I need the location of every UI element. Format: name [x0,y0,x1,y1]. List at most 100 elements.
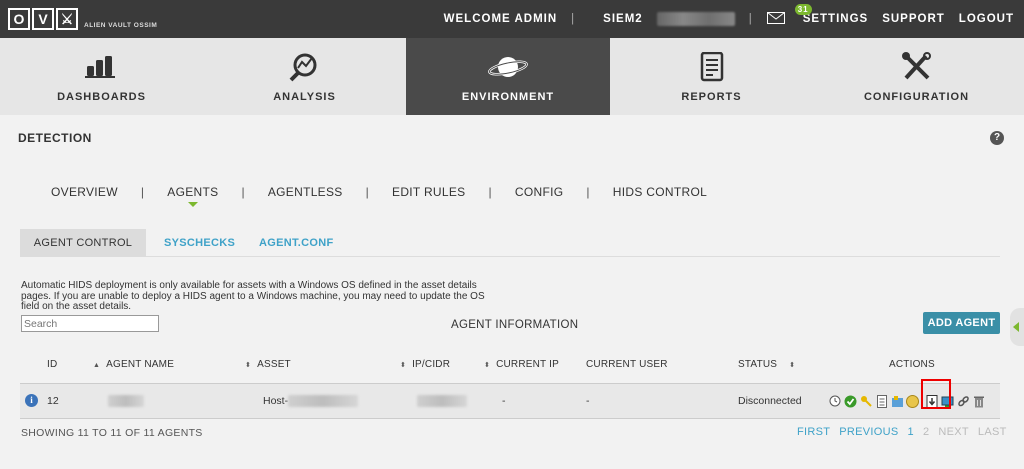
cell-agent-name [108,395,144,408]
cell-current-user: - [586,395,590,407]
nav-analysis-label: ANALYSIS [273,91,336,103]
clock-icon[interactable] [828,394,842,408]
alienvault-logo[interactable]: O V ⚔ ALIEN VAULT OSSIM [8,5,157,33]
col-actions: ACTIONS [889,359,935,370]
sort-asc-icon: ▲ [93,362,101,369]
info-icon[interactable]: i [25,394,38,407]
magnifier-chart-icon [289,53,316,82]
page-first[interactable]: FIRST [797,426,830,438]
page-title: DETECTION [18,131,92,145]
pagination: FIRST PREVIOUS 1 2 NEXT LAST [797,426,1016,438]
coin-icon[interactable] [906,394,920,408]
sort-icon: ⬍ [484,362,491,369]
message-count-badge: 31 [794,4,812,15]
key-icon[interactable] [859,394,873,408]
config-icon[interactable] [890,394,904,408]
cell-ip-cidr [417,395,467,408]
cell-current-ip: - [502,395,506,407]
nav-configuration[interactable]: CONFIGURATION [813,38,1020,115]
side-panel-toggle[interactable] [1010,308,1024,346]
search-input[interactable] [21,315,159,332]
link-icon[interactable] [956,394,970,408]
main-content: DETECTION ? OVERVIEW | AGENTS | AGENTLES… [0,115,1024,469]
sub-nav: OVERVIEW | AGENTS | AGENTLESS | EDIT RUL… [51,185,707,199]
sort-icon: ⬍ [789,362,796,369]
col-status-label: STATUS [738,359,778,370]
cell-asset[interactable]: Host- [263,395,359,408]
help-icon[interactable]: ? [990,131,1004,145]
divider: | [586,185,590,199]
table-row[interactable]: i 12 Host- - - Disconnected [20,379,1000,419]
subnav-config[interactable]: CONFIG [515,185,563,199]
logo-alien-icon: ⚔ [56,8,78,30]
sort-icon: ⬍ [400,362,407,369]
tab-syschecks[interactable]: SYSCHECKS [164,229,235,257]
welcome-text: WELCOME ADMIN [443,13,558,25]
col-current-ip-label: CURRENT IP [496,359,560,370]
col-ip-cidr[interactable]: ⬍ IP/CIDR [400,359,450,370]
top-nav: WELCOME ADMIN | SIEM2 | 31 SETTINGS SUPP… [430,0,1014,38]
col-current-user: CURRENT USER [586,359,668,370]
envelope-icon [766,12,785,24]
logo-letter-v: V [32,8,54,30]
tab-agent-control[interactable]: AGENT CONTROL [20,229,146,257]
redacted-asset [288,395,359,408]
hids-deployment-notice: Automatic HIDS deployment is only availa… [21,280,485,312]
document-icon[interactable] [875,394,889,408]
bar-chart-icon [84,56,115,78]
subnav-overview[interactable]: OVERVIEW [51,185,118,199]
planet-icon [488,57,528,77]
logo-letter-o: O [8,8,30,30]
messages-button[interactable]: 31 [766,4,812,26]
agent-tabs: AGENT CONTROL SYSCHECKS AGENT.CONF [20,229,1000,257]
row-actions [828,394,987,408]
col-asset[interactable]: ⬍ ASSET [245,359,291,370]
sort-icon: ⬍ [245,362,252,369]
nav-reports[interactable]: REPORTS [610,38,813,115]
col-ip-cidr-label: IP/CIDR [412,359,451,370]
divider: | [488,185,492,199]
tools-icon [901,52,931,80]
support-link[interactable]: SUPPORT [882,13,945,25]
page-last: LAST [977,426,1007,438]
col-agent-name[interactable]: ▲ AGENT NAME [93,359,174,370]
redacted-agent-name [108,395,144,408]
page-next: NEXT [938,426,969,438]
page-1[interactable]: 1 [908,426,914,438]
add-agent-button[interactable]: ADD AGENT [923,312,1000,334]
subnav-agentless[interactable]: AGENTLESS [268,185,343,199]
subnav-edit-rules[interactable]: EDIT RULES [392,185,465,199]
trash-icon[interactable] [972,394,986,408]
asset-text: Host- [263,395,289,407]
check-icon[interactable] [844,394,858,408]
col-id[interactable]: ID [47,359,57,370]
nav-environment[interactable]: ENVIRONMENT [406,38,610,115]
tab-agent-conf[interactable]: AGENT.CONF [259,229,334,257]
highlight-box [921,379,951,409]
nav-configuration-label: CONFIGURATION [863,91,970,103]
nav-dashboards-label: DASHBOARDS [57,91,146,103]
divider: | [365,185,370,199]
col-current-user-label: CURRENT USER [586,359,668,370]
settings-link[interactable]: SETTINGS [803,13,869,25]
nav-analysis[interactable]: ANALYSIS [203,38,406,115]
nav-dashboards[interactable]: DASHBOARDS [0,38,203,115]
cell-id: 12 [47,395,59,407]
top-bar: O V ⚔ ALIEN VAULT OSSIM WELCOME ADMIN | … [0,0,1024,38]
col-agent-name-label: AGENT NAME [106,359,175,370]
redacted-sensor-ip [656,12,735,26]
subnav-agents[interactable]: AGENTS [167,185,218,199]
subnav-hids-control[interactable]: HIDS CONTROL [613,185,707,199]
divider: | [748,13,753,25]
sensor-selector[interactable]: SIEM2 [589,12,735,26]
col-status[interactable]: STATUS ⬍ [738,359,795,370]
col-id-label: ID [47,359,58,370]
divider: | [140,185,145,199]
nav-reports-label: REPORTS [681,91,742,103]
cell-status: Disconnected [738,395,802,407]
table-header: ID ▲ AGENT NAME ⬍ ASSET ⬍ IP/CIDR ⬍ CURRENT … [20,345,1000,383]
sensor-label: SIEM2 [603,13,643,26]
page-previous[interactable]: PREVIOUS [839,426,898,438]
logout-link[interactable]: LOGOUT [959,13,1014,25]
col-current-ip[interactable]: ⬍ CURRENT IP [484,359,559,370]
